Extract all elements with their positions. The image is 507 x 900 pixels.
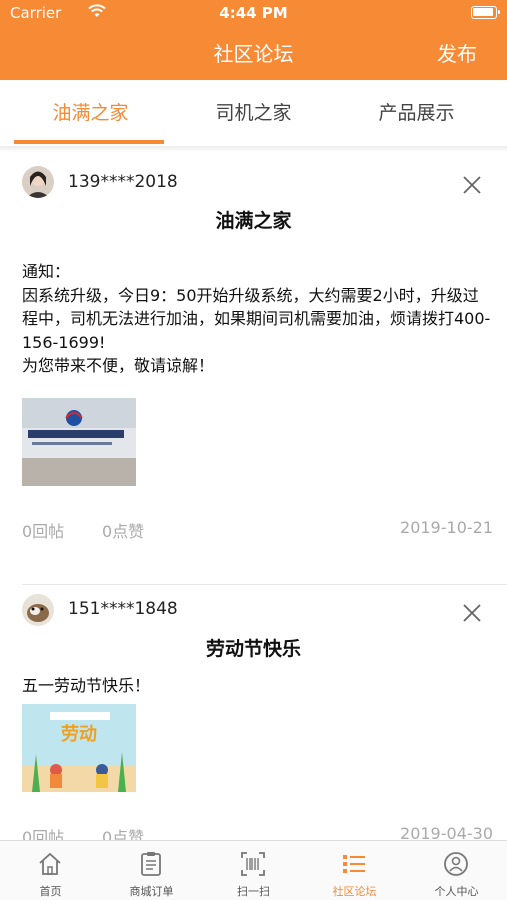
post-body: 五一劳动节快乐！ bbox=[22, 676, 151, 695]
close-icon[interactable] bbox=[461, 174, 483, 196]
bottom-tab-label: 商城订单 bbox=[129, 885, 174, 898]
post-image[interactable] bbox=[22, 398, 136, 486]
status-bar: Carrier 4:44 PM bbox=[0, 0, 507, 26]
bottom-tab-label: 扫一扫 bbox=[237, 885, 270, 898]
bottom-tab-home[interactable]: 首页 bbox=[0, 841, 101, 900]
tab-youman-home[interactable]: 油满之家 bbox=[6, 80, 175, 146]
close-icon[interactable] bbox=[461, 602, 483, 624]
post-date: 2019-10-21 bbox=[400, 518, 493, 537]
top-bar: Carrier 4:44 PM 社区论坛 发布 bbox=[0, 0, 507, 80]
post-username: 151****1848 bbox=[68, 599, 178, 619]
tab-driver-home[interactable]: 司机之家 bbox=[169, 80, 338, 146]
clock: 4:44 PM bbox=[219, 4, 288, 22]
bottom-tab-label: 社区论坛 bbox=[332, 885, 377, 898]
battery-icon bbox=[471, 6, 500, 19]
scan-icon bbox=[241, 852, 265, 876]
post-title: 油满之家 bbox=[215, 210, 292, 232]
forum-icon bbox=[343, 855, 365, 873]
active-tab-indicator bbox=[14, 140, 164, 144]
svg-text:劳动: 劳动 bbox=[61, 723, 97, 745]
post-card[interactable]: 151****1848 劳动节快乐 五一劳动节快乐！ 劳动 0回帖 0点赞 20… bbox=[0, 586, 507, 847]
avatar[interactable] bbox=[22, 594, 54, 626]
profile-icon bbox=[444, 852, 468, 876]
post-body: 通知： 因系统升级，今日9：50开始升级系统，大约需要2小时，升级过程中，司机无… bbox=[22, 262, 491, 375]
company-lobby-image bbox=[22, 398, 136, 486]
post-divider bbox=[22, 584, 507, 585]
bottom-tab-profile[interactable]: 个人中心 bbox=[406, 841, 507, 900]
post-card[interactable]: 139****2018 油满之家 通知： 因系统升级，今日9：50开始升级系统，… bbox=[0, 152, 507, 585]
bottom-tab-bar: 首页 商城订单 扫一扫 社区论坛 个人中心 bbox=[0, 840, 507, 900]
post-username: 139****2018 bbox=[68, 172, 178, 192]
tab-products[interactable]: 产品展示 bbox=[332, 80, 501, 146]
like-count[interactable]: 0点赞 bbox=[102, 518, 144, 542]
order-icon bbox=[141, 852, 161, 876]
avatar[interactable] bbox=[22, 166, 54, 198]
bottom-tab-label: 首页 bbox=[39, 885, 62, 898]
publish-button[interactable]: 发布 bbox=[437, 38, 477, 67]
home-icon bbox=[39, 852, 61, 875]
user-avatar-icon bbox=[22, 594, 54, 626]
bottom-tab-forum[interactable]: 社区论坛 bbox=[304, 841, 405, 900]
bottom-tab-label: 个人中心 bbox=[434, 885, 479, 898]
post-image[interactable]: 劳动 bbox=[22, 704, 136, 792]
category-tabs: 油满之家 司机之家 产品展示 bbox=[0, 80, 507, 146]
page-title: 社区论坛 bbox=[213, 42, 294, 66]
post-title: 劳动节快乐 bbox=[205, 638, 301, 660]
reply-count: 0回帖 bbox=[22, 522, 65, 541]
user-avatar-icon bbox=[22, 166, 54, 198]
bottom-tab-orders[interactable]: 商城订单 bbox=[101, 841, 202, 900]
labor-day-poster-image: 劳动 bbox=[22, 704, 136, 792]
bottom-tab-scan[interactable]: 扫一扫 bbox=[203, 841, 304, 900]
